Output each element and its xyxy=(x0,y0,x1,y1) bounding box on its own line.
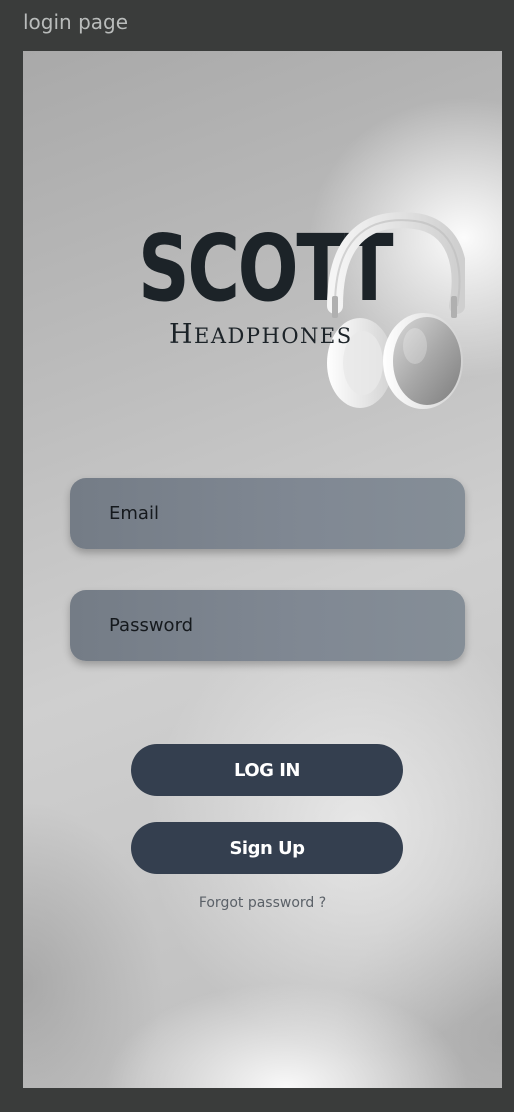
forgot-password-link[interactable]: Forgot password ? xyxy=(23,895,502,911)
signup-button[interactable]: Sign Up xyxy=(131,822,403,874)
frame-label: login page xyxy=(23,10,129,34)
email-field[interactable]: Email xyxy=(70,478,465,549)
brand-subtitle-text: eadphones xyxy=(194,324,353,348)
login-button[interactable]: LOG IN xyxy=(131,744,403,796)
headphones-icon xyxy=(327,212,465,409)
login-screen: SCOTT Headphones xyxy=(23,51,502,1088)
password-field[interactable]: Password xyxy=(70,590,465,661)
password-placeholder: Password xyxy=(109,615,194,636)
email-placeholder: Email xyxy=(109,503,159,524)
brand-subtitle: Headphones xyxy=(169,319,353,350)
